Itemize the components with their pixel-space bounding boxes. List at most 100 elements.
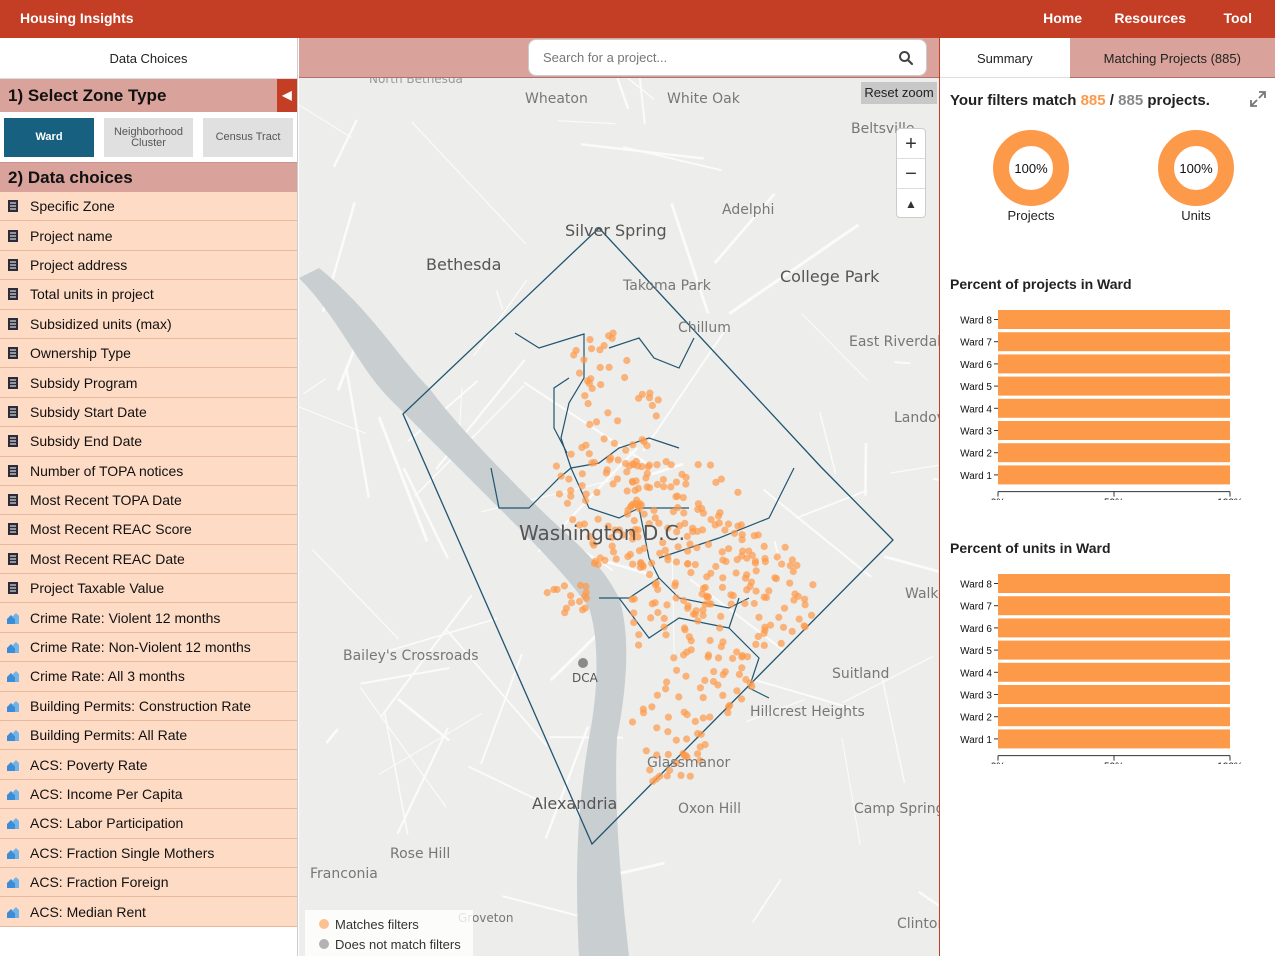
project-point[interactable] <box>629 478 637 486</box>
map-panel[interactable]: North Bethesda Wheaton White Oak Beltsville… <box>299 38 939 956</box>
project-point[interactable] <box>648 703 656 711</box>
data-choice-item[interactable]: Most Recent REAC Date <box>0 545 297 575</box>
project-point[interactable] <box>557 472 565 480</box>
nav-resources-link[interactable]: Resources <box>1114 10 1186 26</box>
project-point[interactable] <box>644 463 652 471</box>
project-point[interactable] <box>741 599 749 608</box>
data-choice-item[interactable]: Crime Rate: All 3 months <box>0 662 297 692</box>
project-point[interactable] <box>672 493 680 501</box>
project-point[interactable] <box>570 351 578 359</box>
project-point[interactable] <box>807 611 816 619</box>
project-point[interactable] <box>733 556 741 564</box>
project-point[interactable] <box>673 666 681 674</box>
project-point[interactable] <box>795 615 803 623</box>
project-point[interactable] <box>752 587 760 595</box>
project-point[interactable] <box>582 594 590 602</box>
project-point[interactable] <box>614 417 622 425</box>
bar[interactable] <box>998 662 1230 682</box>
project-point[interactable] <box>582 496 590 504</box>
project-point[interactable] <box>735 670 743 679</box>
project-point[interactable] <box>639 709 648 717</box>
project-point[interactable] <box>732 569 740 577</box>
data-choice-item[interactable]: Subsidy End Date <box>0 427 297 457</box>
project-point[interactable] <box>660 614 668 623</box>
project-point[interactable] <box>640 544 648 552</box>
data-choice-item[interactable]: Project address <box>0 251 297 281</box>
project-point[interactable] <box>578 482 586 490</box>
project-point[interactable] <box>563 499 572 507</box>
data-choice-item[interactable]: Specific Zone <box>0 192 297 222</box>
project-point[interactable] <box>703 573 711 581</box>
tab-summary[interactable]: Summary <box>940 38 1070 78</box>
project-point[interactable] <box>582 441 590 449</box>
project-point[interactable] <box>667 483 675 491</box>
project-point[interactable] <box>694 461 702 469</box>
project-point[interactable] <box>638 463 646 471</box>
project-point[interactable] <box>706 713 714 721</box>
project-point[interactable] <box>662 685 670 693</box>
project-point[interactable] <box>675 693 683 701</box>
data-choice-item[interactable]: Subsidy Program <box>0 368 297 398</box>
project-point[interactable] <box>648 559 656 567</box>
project-point[interactable] <box>686 772 694 780</box>
data-choice-item[interactable]: Building Permits: Construction Rate <box>0 692 297 722</box>
project-point[interactable] <box>687 569 695 577</box>
project-point[interactable] <box>714 512 723 520</box>
project-point[interactable] <box>586 336 594 344</box>
compass-reset-button[interactable]: ▲ <box>897 189 925 219</box>
project-point[interactable] <box>578 606 587 614</box>
project-point[interactable] <box>701 583 709 592</box>
project-point[interactable] <box>745 547 753 555</box>
project-point[interactable] <box>640 510 648 518</box>
project-point[interactable] <box>706 636 714 645</box>
bar[interactable] <box>998 729 1230 749</box>
project-point[interactable] <box>667 461 675 469</box>
project-point[interactable] <box>628 595 636 603</box>
project-point[interactable] <box>682 672 690 680</box>
bar[interactable] <box>998 310 1230 329</box>
project-point[interactable] <box>691 717 699 726</box>
project-point[interactable] <box>712 562 720 571</box>
project-point[interactable] <box>623 510 631 518</box>
project-point[interactable] <box>710 668 718 676</box>
project-point[interactable] <box>576 581 585 589</box>
project-point[interactable] <box>651 599 659 607</box>
project-point[interactable] <box>734 488 742 496</box>
project-point[interactable] <box>652 412 660 420</box>
data-choice-item[interactable]: Ownership Type <box>0 339 297 369</box>
project-point[interactable] <box>717 643 725 651</box>
project-point[interactable] <box>561 609 569 617</box>
bar[interactable] <box>998 618 1230 638</box>
project-point[interactable] <box>654 396 662 404</box>
project-point[interactable] <box>654 608 662 617</box>
project-point[interactable] <box>646 570 654 579</box>
data-choice-item[interactable]: ACS: Fraction Foreign <box>0 868 297 898</box>
project-point[interactable] <box>717 475 725 483</box>
project-point[interactable] <box>649 777 657 785</box>
project-point[interactable] <box>786 579 794 587</box>
search-icon[interactable] <box>898 50 914 66</box>
project-point[interactable] <box>743 554 751 562</box>
project-point[interactable] <box>750 532 758 540</box>
project-point[interactable] <box>683 735 691 743</box>
project-point[interactable] <box>630 618 638 627</box>
project-point[interactable] <box>592 418 601 426</box>
project-point[interactable] <box>623 487 631 495</box>
bar[interactable] <box>998 376 1230 396</box>
project-point[interactable] <box>705 600 713 608</box>
zone-census-tract-button[interactable]: Census Tract <box>203 118 293 157</box>
project-point[interactable] <box>560 582 568 590</box>
data-choice-item[interactable]: Crime Rate: Non-Violent 12 months <box>0 633 297 663</box>
project-point[interactable] <box>698 526 707 534</box>
project-point[interactable] <box>704 540 713 548</box>
project-point[interactable] <box>682 480 690 488</box>
project-point[interactable] <box>751 559 759 567</box>
data-choice-item[interactable]: ACS: Median Rent <box>0 897 297 927</box>
project-point[interactable] <box>621 459 630 468</box>
project-point[interactable] <box>664 556 672 564</box>
project-point[interactable] <box>586 420 594 429</box>
project-point[interactable] <box>635 631 643 639</box>
project-point[interactable] <box>729 592 737 600</box>
project-point[interactable] <box>584 400 592 408</box>
project-point[interactable] <box>664 728 672 736</box>
